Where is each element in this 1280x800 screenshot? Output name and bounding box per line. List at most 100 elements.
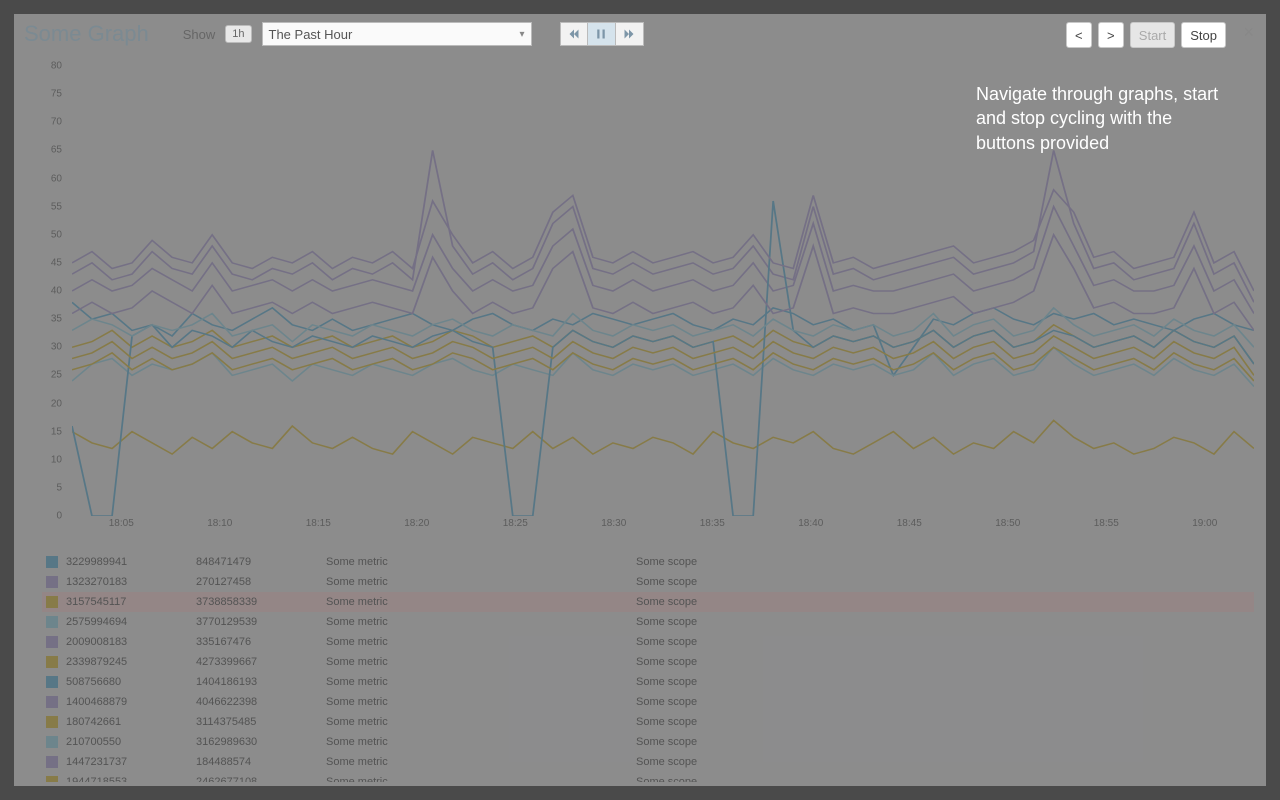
x-tick: 18:15 xyxy=(306,518,331,529)
legend-swatch xyxy=(46,716,58,728)
time-range-value: The Past Hour xyxy=(269,27,353,42)
y-tick: 0 xyxy=(56,511,62,522)
legend-row[interactable]: 1807426613114375485Some metricSome scope xyxy=(42,712,1254,732)
legend-col-d: Some scope xyxy=(636,576,1254,588)
range-1h-button[interactable]: 1h xyxy=(225,25,251,43)
legend-col-c: Some metric xyxy=(326,696,636,708)
x-tick: 18:25 xyxy=(503,518,528,529)
series-1944718553 xyxy=(72,347,1254,381)
legend-row[interactable]: 23398792454273399667Some metricSome scop… xyxy=(42,652,1254,672)
legend-col-a: 2575994694 xyxy=(66,616,196,628)
y-tick: 25 xyxy=(51,370,62,381)
next-graph-button[interactable]: > xyxy=(1098,22,1124,48)
legend-swatch xyxy=(46,756,58,768)
legend-swatch xyxy=(46,576,58,588)
show-label: Show xyxy=(183,27,216,42)
legend-swatch xyxy=(46,656,58,668)
legend-row[interactable]: 1323270183270127458Some metricSome scope xyxy=(42,572,1254,592)
legend-table: 3229989941848471479Some metricSome scope… xyxy=(42,552,1254,782)
pause-button[interactable] xyxy=(588,22,616,46)
playback-group xyxy=(560,22,644,46)
series-2339879245 xyxy=(72,420,1254,454)
cycle-nav-group: < > Start Stop xyxy=(1066,22,1226,48)
x-tick: 18:10 xyxy=(207,518,232,529)
legend-col-a: 1400468879 xyxy=(66,696,196,708)
legend-col-a: 1944718553 xyxy=(66,776,196,782)
legend-swatch xyxy=(46,556,58,568)
legend-col-a: 3229989941 xyxy=(66,556,196,568)
legend-col-b: 4046622398 xyxy=(196,696,326,708)
y-tick: 65 xyxy=(51,145,62,156)
legend-col-a: 2009008183 xyxy=(66,636,196,648)
y-tick: 10 xyxy=(51,454,62,465)
y-tick: 55 xyxy=(51,201,62,212)
legend-col-a: 3157545117 xyxy=(66,596,196,608)
legend-col-b: 848471479 xyxy=(196,556,326,568)
x-tick: 18:45 xyxy=(897,518,922,529)
legend-row[interactable]: 14004688794046622398Some metricSome scop… xyxy=(42,692,1254,712)
legend-col-d: Some scope xyxy=(636,756,1254,768)
legend-col-a: 1447231737 xyxy=(66,756,196,768)
series-210700550 xyxy=(72,308,1254,347)
legend-swatch xyxy=(46,776,58,782)
series-1323270183 xyxy=(72,150,1254,302)
legend-row[interactable]: 25759946943770129539Some metricSome scop… xyxy=(42,612,1254,632)
legend-col-b: 335167476 xyxy=(196,636,326,648)
legend-col-c: Some metric xyxy=(326,656,636,668)
y-tick: 40 xyxy=(51,286,62,297)
stop-cycle-button[interactable]: Stop xyxy=(1181,22,1226,48)
legend-col-a: 1323270183 xyxy=(66,576,196,588)
y-tick: 5 xyxy=(56,482,62,493)
prev-graph-button[interactable]: < xyxy=(1066,22,1092,48)
legend-swatch xyxy=(46,616,58,628)
legend-col-b: 3770129539 xyxy=(196,616,326,628)
legend-col-d: Some scope xyxy=(636,776,1254,782)
legend-col-d: Some scope xyxy=(636,616,1254,628)
x-tick: 18:35 xyxy=(700,518,725,529)
x-tick: 18:20 xyxy=(404,518,429,529)
time-range-select[interactable]: The Past Hour ▾ xyxy=(262,22,532,46)
legend-row[interactable]: 2107005503162989630Some metricSome scope xyxy=(42,732,1254,752)
legend-col-c: Some metric xyxy=(326,676,636,688)
legend-col-b: 2462677108 xyxy=(196,776,326,782)
legend-swatch xyxy=(46,736,58,748)
legend-col-c: Some metric xyxy=(326,716,636,728)
legend-col-c: Some metric xyxy=(326,596,636,608)
legend-col-d: Some scope xyxy=(636,636,1254,648)
legend-row[interactable]: 31575451173738858339Some metricSome scop… xyxy=(42,592,1254,612)
start-cycle-button[interactable]: Start xyxy=(1130,22,1175,48)
legend-col-d: Some scope xyxy=(636,656,1254,668)
y-tick: 60 xyxy=(51,173,62,184)
legend-row[interactable]: 3229989941848471479Some metricSome scope xyxy=(42,552,1254,572)
legend-row[interactable]: 2009008183335167476Some metricSome scope xyxy=(42,632,1254,652)
close-icon[interactable]: × xyxy=(1243,22,1254,43)
legend-swatch xyxy=(46,696,58,708)
y-tick: 50 xyxy=(51,229,62,240)
graph-panel: Some Graph Show 1h The Past Hour ▾ 0 5 10 1… xyxy=(14,14,1266,786)
rewind-button[interactable] xyxy=(560,22,588,46)
x-axis: 18:0518:1018:1518:2018:2518:3018:3518:40… xyxy=(72,518,1254,536)
legend-col-b: 3162989630 xyxy=(196,736,326,748)
legend-row[interactable]: 19447185532462677108Some metricSome scop… xyxy=(42,772,1254,782)
legend-col-c: Some metric xyxy=(326,756,636,768)
legend-col-a: 180742661 xyxy=(66,716,196,728)
y-tick: 20 xyxy=(51,398,62,409)
y-tick: 70 xyxy=(51,117,62,128)
x-tick: 19:00 xyxy=(1192,518,1217,529)
legend-row[interactable]: 1447231737184488574Some metricSome scope xyxy=(42,752,1254,772)
legend-col-c: Some metric xyxy=(326,636,636,648)
legend-col-a: 210700550 xyxy=(66,736,196,748)
y-tick: 80 xyxy=(51,61,62,72)
graph-title: Some Graph xyxy=(24,21,149,47)
forward-button[interactable] xyxy=(616,22,644,46)
legend-col-d: Some scope xyxy=(636,716,1254,728)
legend-col-b: 4273399667 xyxy=(196,656,326,668)
legend-col-b: 184488574 xyxy=(196,756,326,768)
tutorial-hint: Navigate through graphs, start and stop … xyxy=(976,82,1226,155)
legend-col-c: Some metric xyxy=(326,736,636,748)
legend-col-c: Some metric xyxy=(326,556,636,568)
legend-col-a: 2339879245 xyxy=(66,656,196,668)
y-tick: 15 xyxy=(51,426,62,437)
legend-col-d: Some scope xyxy=(636,736,1254,748)
legend-row[interactable]: 5087566801404186193Some metricSome scope xyxy=(42,672,1254,692)
